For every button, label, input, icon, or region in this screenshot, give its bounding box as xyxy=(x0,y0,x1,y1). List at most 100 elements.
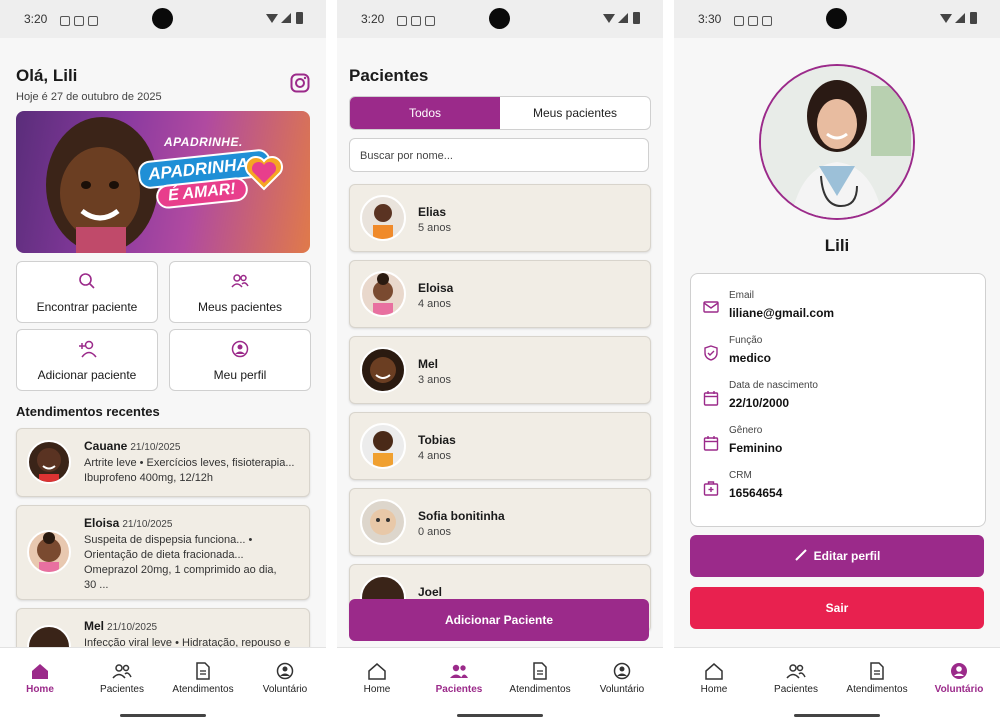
profile-name: Lili xyxy=(824,236,850,255)
field-label: CRM xyxy=(729,470,752,481)
patient-age: 3 anos xyxy=(418,374,452,386)
home-icon xyxy=(705,663,723,680)
instagram-icon[interactable] xyxy=(290,73,310,98)
recent-title: Atendimentos recentes xyxy=(16,404,160,419)
profile-photo[interactable] xyxy=(759,64,915,220)
field-value: 16564654 xyxy=(729,486,783,500)
profile-icon xyxy=(613,662,631,680)
field-gender: Gênero Feminino xyxy=(691,423,985,463)
camera-cutout xyxy=(489,8,510,29)
visit-patient-name: Mel 21/10/2025 xyxy=(84,619,158,633)
nav-appointments[interactable]: Atendimentos xyxy=(500,662,580,695)
patient-name: Mel xyxy=(418,357,439,371)
my-patients-label: Meus pacientes xyxy=(197,300,283,314)
status-bar: 3:20 xyxy=(0,0,326,38)
patient-name: Tobias xyxy=(418,433,456,447)
camera-cutout xyxy=(152,8,173,29)
edit-profile-button[interactable]: Editar perfil xyxy=(690,535,984,577)
field-label: Email xyxy=(729,290,755,301)
heart-icon xyxy=(245,156,283,191)
avatar xyxy=(27,530,71,574)
nav-volunteer[interactable]: Voluntário xyxy=(582,662,662,695)
bottom-navigation: Home Pacientes Atendimentos Voluntário xyxy=(674,647,1000,724)
mail-icon xyxy=(703,301,719,313)
nav-home[interactable]: Home xyxy=(337,662,417,695)
field-crm: CRM 16564654 xyxy=(691,468,985,508)
nav-label: Pacientes xyxy=(774,684,818,695)
avatar xyxy=(360,347,406,393)
search-icon xyxy=(79,273,95,289)
add-user-icon xyxy=(79,340,97,358)
patient-age: 5 anos xyxy=(418,222,452,234)
profile-icon xyxy=(231,340,249,358)
camera-cutout xyxy=(826,8,847,29)
profile-icon xyxy=(276,662,294,680)
tab-all[interactable]: Todos xyxy=(350,97,500,129)
nav-label: Atendimentos xyxy=(509,684,571,695)
nav-appointments[interactable]: Atendimentos xyxy=(163,662,243,695)
document-icon xyxy=(196,662,210,680)
recent-visit-card[interactable]: Mel 21/10/2025 Infecção viral leve • Hidr… xyxy=(16,608,310,648)
banner-line1: APADRINHE. xyxy=(164,135,243,149)
patient-card[interactable]: Mel 3 anos xyxy=(349,336,651,404)
gesture-bar xyxy=(794,714,880,717)
nav-patients[interactable]: Pacientes xyxy=(82,662,162,695)
recent-visit-card[interactable]: Eloisa 21/10/2025 Suspeita de dispepsia f… xyxy=(16,505,310,600)
patient-card[interactable]: Tobias 4 anos xyxy=(349,412,651,480)
status-icons xyxy=(734,13,776,31)
nav-home[interactable]: Home xyxy=(674,662,754,695)
avatar xyxy=(27,440,71,484)
greeting: Olá, Lili xyxy=(16,66,78,85)
pencil-icon xyxy=(794,549,807,561)
patient-card[interactable]: Eloisa 4 anos xyxy=(349,260,651,328)
avatar xyxy=(360,271,406,317)
add-patient-button[interactable]: Adicionar paciente xyxy=(16,329,158,391)
nav-volunteer[interactable]: Voluntário xyxy=(919,662,999,695)
sponsor-banner[interactable]: APADRINHE. APADRINHAR É AMAR! xyxy=(16,111,310,253)
profile-icon xyxy=(951,663,967,679)
patient-name: Eloisa xyxy=(418,281,454,295)
patient-age: 4 anos xyxy=(418,450,452,462)
my-patients-button[interactable]: Meus pacientes xyxy=(169,261,311,323)
field-label: Data de nascimento xyxy=(729,380,818,391)
patient-card[interactable]: Sofia bonitinha 0 anos xyxy=(349,488,651,556)
nav-label: Atendimentos xyxy=(172,684,234,695)
users-icon xyxy=(786,664,806,679)
patient-card[interactable]: Elias 5 anos xyxy=(349,184,651,252)
visit-summary: Artrite leve • Exercícios leves, fisiote… xyxy=(84,457,295,484)
shield-icon xyxy=(704,345,718,361)
home-icon xyxy=(368,663,386,680)
bottom-navigation: Home Pacientes Atendimentos Voluntário xyxy=(337,647,663,724)
tab-my-patients[interactable]: Meus pacientes xyxy=(500,97,650,129)
gesture-bar xyxy=(120,714,206,717)
search-input[interactable]: Buscar por nome... xyxy=(349,138,649,172)
nav-label: Pacientes xyxy=(100,684,144,695)
calendar-icon xyxy=(703,391,719,406)
add-patient-label: Adicionar paciente xyxy=(37,368,137,382)
date-line: Hoje é 27 de outubro de 2025 xyxy=(16,91,162,103)
edit-profile-label: Editar perfil xyxy=(813,549,881,563)
logout-button[interactable]: Sair xyxy=(690,587,984,629)
nav-home[interactable]: Home xyxy=(0,662,80,695)
nav-patients[interactable]: Pacientes xyxy=(419,662,499,695)
status-bar: 3:30 xyxy=(674,0,1000,38)
my-profile-label: Meu perfil xyxy=(213,368,267,382)
patient-name: Joel xyxy=(418,585,443,599)
page-title: Pacientes xyxy=(349,66,429,85)
avatar xyxy=(27,625,71,648)
document-icon xyxy=(533,662,547,680)
users-icon xyxy=(112,664,132,679)
nav-volunteer[interactable]: Voluntário xyxy=(245,662,325,695)
field-label: Gênero xyxy=(729,425,763,436)
nav-label: Voluntário xyxy=(262,684,308,695)
recent-visit-card[interactable]: Cauane 21/10/2025 Artrite leve • Exercíci… xyxy=(16,428,310,497)
profile-screen: 3:30 Lili Email liliane@gmail.com Função… xyxy=(674,0,1000,724)
nav-appointments[interactable]: Atendimentos xyxy=(837,662,917,695)
patient-age: 4 anos xyxy=(418,298,452,310)
users-icon xyxy=(231,274,249,288)
my-profile-button[interactable]: Meu perfil xyxy=(169,329,311,391)
status-icons xyxy=(60,13,102,31)
nav-patients[interactable]: Pacientes xyxy=(756,662,836,695)
add-patient-button[interactable]: Adicionar Paciente xyxy=(349,599,649,641)
find-patient-button[interactable]: Encontrar paciente xyxy=(16,261,158,323)
